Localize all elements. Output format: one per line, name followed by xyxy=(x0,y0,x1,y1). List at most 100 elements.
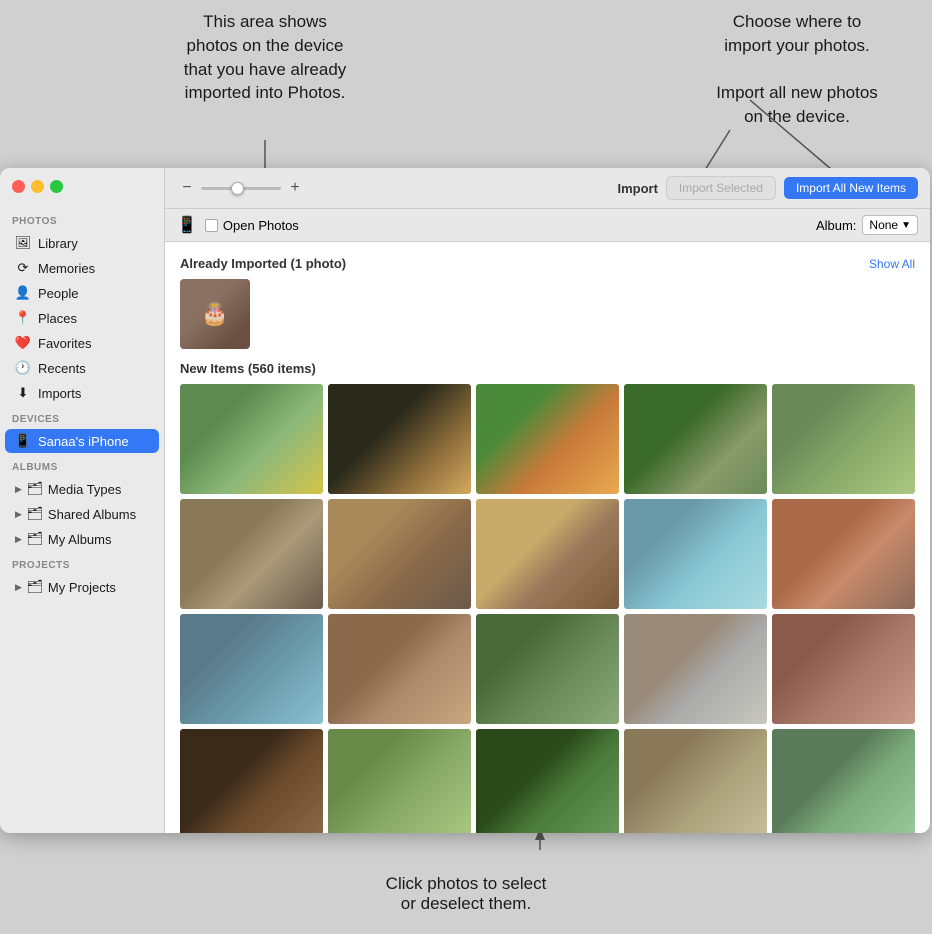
photo-item[interactable] xyxy=(624,384,767,494)
sidebar-item-label: My Projects xyxy=(48,580,116,595)
import-label: Import xyxy=(617,181,657,196)
annotation-imported-photos: This area shows photos on the device tha… xyxy=(155,10,375,105)
device-small-icon: 📱 xyxy=(177,215,197,235)
photo-item[interactable] xyxy=(180,384,323,494)
sidebar-item-recents[interactable]: 🕐 Recents xyxy=(5,356,159,380)
sidebar: Photos 🖼 Library ⟳ Memories 👤 People 📍 P… xyxy=(0,168,165,833)
sidebar-item-label: Library xyxy=(38,236,78,251)
section-label-devices: Devices xyxy=(0,406,164,428)
photo-item[interactable] xyxy=(772,384,915,494)
show-all-link[interactable]: Show All xyxy=(869,257,915,271)
sidebar-item-label-shared: Shared Albums xyxy=(48,507,136,522)
photo-item[interactable] xyxy=(328,614,471,724)
minimize-button[interactable] xyxy=(31,180,44,193)
album-value: None xyxy=(869,218,898,232)
main-content: − + Import Import Selected Import All Ne… xyxy=(165,168,930,833)
sidebar-item-library[interactable]: 🖼 Library xyxy=(5,231,159,255)
new-items-header: New Items (560 items) xyxy=(180,361,915,376)
import-all-button[interactable]: Import All New Items xyxy=(784,177,918,199)
iphone-icon: 📱 xyxy=(15,433,31,449)
photo-item[interactable] xyxy=(180,499,323,609)
photo-item[interactable] xyxy=(624,729,767,833)
photo-item[interactable] xyxy=(476,614,619,724)
imported-photo-image xyxy=(180,279,250,349)
sidebar-item-people[interactable]: 👤 People xyxy=(5,281,159,305)
sidebar-item-my-albums[interactable]: ▶ 🗂 My Albums xyxy=(5,527,159,551)
already-imported-title: Already Imported (1 photo) xyxy=(180,256,346,271)
zoom-in-button[interactable]: + xyxy=(285,178,305,198)
section-label-albums: Albums xyxy=(0,454,164,476)
open-photos-option: Open Photos xyxy=(205,218,299,233)
sidebar-item-media-types[interactable]: ▶ 🗂 Media Types xyxy=(5,477,159,501)
folder-icon: 🗂 xyxy=(27,481,43,497)
photo-item[interactable] xyxy=(476,729,619,833)
maximize-button[interactable] xyxy=(50,180,63,193)
photo-item[interactable] xyxy=(772,729,915,833)
toolbar: − + Import Import Selected Import All Ne… xyxy=(165,168,930,209)
photo-item[interactable] xyxy=(180,614,323,724)
sidebar-item-label: Favorites xyxy=(38,336,91,351)
sidebar-item-label: Places xyxy=(38,311,77,326)
sidebar-item-imports[interactable]: ⬇ Imports xyxy=(5,381,159,405)
favorites-icon: ❤️ xyxy=(15,335,31,351)
sidebar-item-memories[interactable]: ⟳ Memories xyxy=(5,256,159,280)
imports-icon: ⬇ xyxy=(15,385,31,401)
photo-item[interactable] xyxy=(180,729,323,833)
already-imported-header: Already Imported (1 photo) Show All xyxy=(180,256,915,271)
photo-item[interactable] xyxy=(328,729,471,833)
album-selector: Album: None ▼ xyxy=(816,215,918,235)
folder-icon: 🗂 xyxy=(27,579,43,595)
photo-grid xyxy=(180,384,915,833)
sidebar-item-shared-albums[interactable]: ▶ 🗂 This area shows photos on the device… xyxy=(5,502,159,526)
album-dropdown[interactable]: None ▼ xyxy=(862,215,918,235)
recents-icon: 🕐 xyxy=(15,360,31,376)
sidebar-item-label: Imports xyxy=(38,386,81,401)
import-selected-button[interactable]: Import Selected xyxy=(666,176,776,200)
zoom-slider[interactable] xyxy=(201,187,281,190)
album-label: Album: xyxy=(816,218,856,233)
expander-arrow: ▶ xyxy=(15,484,22,495)
sidebar-item-favorites[interactable]: ❤️ Favorites xyxy=(5,331,159,355)
people-icon: 👤 xyxy=(15,285,31,301)
section-label-projects: Projects xyxy=(0,552,164,574)
expander-arrow: ▶ xyxy=(15,534,22,545)
library-icon: 🖼 xyxy=(15,235,31,251)
new-items-title: New Items (560 items) xyxy=(180,361,316,376)
photo-item[interactable] xyxy=(624,614,767,724)
app-window: Photos 🖼 Library ⟳ Memories 👤 People 📍 P… xyxy=(0,168,930,833)
already-imported-photo[interactable] xyxy=(180,279,250,349)
zoom-controls: − + xyxy=(177,178,305,198)
import-bar: 📱 Open Photos Album: None ▼ xyxy=(165,209,930,242)
photo-item[interactable] xyxy=(624,499,767,609)
sidebar-item-label: Recents xyxy=(38,361,86,376)
folder-icon: 🗂 xyxy=(27,506,43,522)
places-icon: 📍 xyxy=(15,310,31,326)
photo-item[interactable] xyxy=(476,384,619,494)
sidebar-item-label: Memories xyxy=(38,261,95,276)
photo-item[interactable] xyxy=(476,499,619,609)
photo-item[interactable] xyxy=(328,384,471,494)
zoom-out-button[interactable]: − xyxy=(177,178,197,198)
photo-area[interactable]: Already Imported (1 photo) Show All New … xyxy=(165,242,930,833)
expander-arrow: ▶ xyxy=(15,582,22,593)
folder-icon: 🗂 xyxy=(27,531,43,547)
sidebar-item-label: People xyxy=(38,286,78,301)
annotation-select-photos: Click photos to select or deselect them. xyxy=(386,874,547,914)
sidebar-item-places[interactable]: 📍 Places xyxy=(5,306,159,330)
close-button[interactable] xyxy=(12,180,25,193)
photo-item[interactable] xyxy=(772,499,915,609)
window-controls xyxy=(12,180,63,193)
sidebar-item-label: My Albums xyxy=(48,532,112,547)
open-photos-checkbox[interactable] xyxy=(205,219,218,232)
sidebar-item-iphone[interactable]: 📱 Sanaa's iPhone xyxy=(5,429,159,453)
open-photos-label: Open Photos xyxy=(223,218,299,233)
annotation-import-instructions: Choose where to import your photos. Impo… xyxy=(692,10,902,129)
photo-item[interactable] xyxy=(772,614,915,724)
expander-arrow: ▶ xyxy=(15,509,22,520)
memories-icon: ⟳ xyxy=(15,260,31,276)
sidebar-item-my-projects[interactable]: ▶ 🗂 My Projects xyxy=(5,575,159,599)
sidebar-item-label: Sanaa's iPhone xyxy=(38,434,129,449)
dropdown-chevron-icon: ▼ xyxy=(901,220,911,231)
photo-item[interactable] xyxy=(328,499,471,609)
sidebar-item-label: Media Types xyxy=(48,482,121,497)
